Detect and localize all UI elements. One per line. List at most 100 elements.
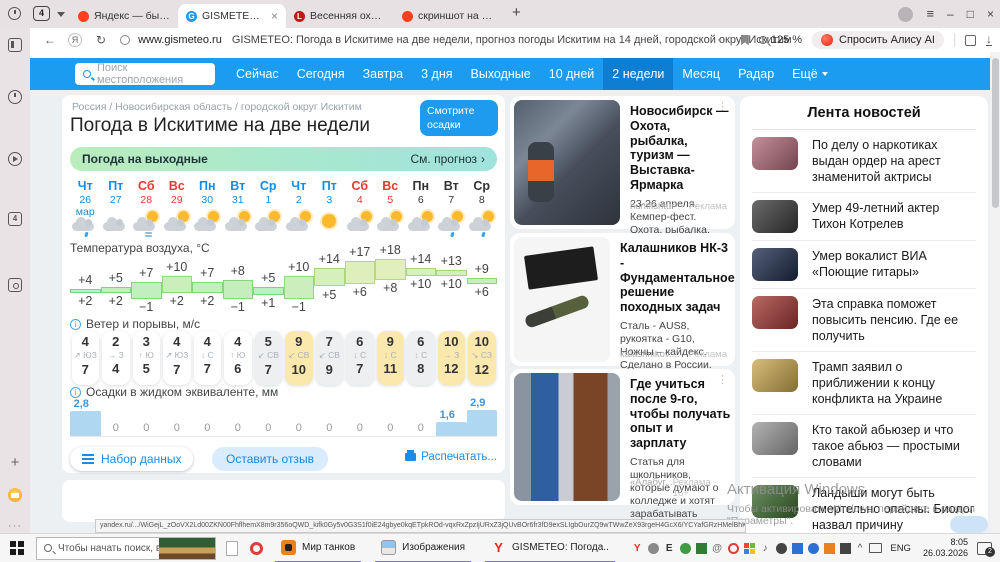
day-column[interactable]: Вс29 bbox=[162, 179, 193, 241]
dataset-button[interactable]: Набор данных bbox=[70, 447, 193, 471]
weekend-banner[interactable]: Погода на выходные См. прогноз› bbox=[70, 147, 497, 171]
browser-tab[interactable]: скриншот на компьютере bbox=[394, 4, 502, 28]
new-tab-button[interactable]: + bbox=[512, 4, 521, 21]
tab-counter[interactable]: 4 bbox=[33, 6, 50, 21]
tabs-panel-icon[interactable]: 4 bbox=[8, 212, 22, 226]
opera-icon[interactable] bbox=[250, 542, 263, 555]
start-button[interactable] bbox=[10, 541, 24, 555]
video-icon[interactable] bbox=[8, 152, 22, 166]
language-indicator[interactable]: ENG bbox=[890, 543, 911, 554]
news-item[interactable]: Трамп заявил о приближении к концу конфл… bbox=[752, 352, 976, 415]
forecast-tab[interactable]: 2 недели bbox=[603, 58, 673, 90]
keyboard-icon[interactable] bbox=[840, 543, 851, 554]
taskbar-app-images[interactable]: Изображения bbox=[375, 534, 471, 562]
day-column[interactable]: Вс5 bbox=[375, 179, 406, 241]
forecast-tab[interactable]: Месяц bbox=[673, 58, 729, 90]
day-column[interactable]: Пт27 bbox=[101, 179, 132, 241]
refresh-icon[interactable]: ↻ bbox=[96, 33, 106, 47]
info-icon[interactable] bbox=[70, 387, 81, 398]
forecast-tab[interactable]: Радар bbox=[729, 58, 783, 90]
forecast-tab[interactable]: Выходные bbox=[462, 58, 540, 90]
ad-title[interactable]: Новосибирск — Охота, рыбалка, туризм — В… bbox=[630, 100, 731, 193]
yandex-mail-icon[interactable] bbox=[8, 488, 22, 502]
update-badge-icon[interactable] bbox=[824, 543, 835, 554]
notification-center-icon[interactable]: 2 bbox=[977, 542, 992, 555]
maximize-button[interactable]: □ bbox=[967, 0, 974, 28]
taskbar-app-gismeteo[interactable]: YGISMETEO: Погода.. bbox=[485, 534, 615, 562]
yandex-browser-icon[interactable]: Y bbox=[632, 543, 643, 554]
news-item[interactable]: Эта справка поможет повысить пенсию. Где… bbox=[752, 289, 976, 352]
close-button[interactable]: × bbox=[987, 0, 994, 28]
taskbar-clock[interactable]: 8:05 26.03.2026 bbox=[923, 537, 968, 559]
panels-icon[interactable] bbox=[8, 38, 22, 52]
app-e-icon[interactable]: E bbox=[664, 543, 675, 554]
sidebar-more-icon[interactable]: ··· bbox=[8, 520, 22, 534]
grid-app-icon[interactable] bbox=[744, 543, 755, 554]
messenger-icon[interactable] bbox=[648, 543, 659, 554]
more-actions-icon[interactable]: ··· bbox=[717, 34, 731, 46]
day-column[interactable]: Сб4 bbox=[345, 179, 376, 241]
search-highlight-image[interactable] bbox=[159, 538, 215, 559]
forecast-tab[interactable]: Завтра bbox=[354, 58, 413, 90]
collections-icon[interactable] bbox=[965, 35, 976, 46]
history-clock-icon[interactable] bbox=[8, 7, 21, 20]
screenshot-icon[interactable] bbox=[8, 278, 22, 292]
volume-icon[interactable]: ♪ bbox=[760, 543, 771, 554]
day-column[interactable]: Вт31 bbox=[223, 179, 254, 241]
back-icon[interactable]: ← bbox=[44, 33, 56, 47]
day-column[interactable]: Чт26 мар bbox=[70, 179, 101, 241]
breadcrumb[interactable]: Россия / Новосибирская область / городск… bbox=[72, 101, 362, 113]
print-link[interactable]: Распечатать... bbox=[405, 451, 497, 463]
forecast-tab[interactable]: Сегодня bbox=[288, 58, 354, 90]
forecast-tab[interactable]: 3 дня bbox=[412, 58, 461, 90]
ad-card[interactable]: Калашников НК-3 - Фундаментальное решени… bbox=[510, 233, 735, 366]
minimize-button[interactable]: – bbox=[947, 0, 954, 28]
file-explorer-icon[interactable] bbox=[226, 541, 238, 556]
page-scrollbar[interactable] bbox=[990, 52, 1000, 533]
tab-close-icon[interactable]: × bbox=[271, 9, 278, 23]
browser-tab[interactable]: LВесенняя охота НСО 202 bbox=[286, 4, 394, 28]
day-column[interactable]: Пн30 bbox=[192, 179, 223, 241]
news-item[interactable]: Кто такой абьюзер и что такое абьюз — пр… bbox=[752, 415, 976, 478]
opera-tray-icon[interactable] bbox=[728, 543, 739, 554]
day-column[interactable]: Пт3 bbox=[314, 179, 345, 241]
add-panel-icon[interactable]: + bbox=[8, 456, 22, 470]
history-icon[interactable] bbox=[8, 90, 22, 104]
day-column[interactable]: Чт2 bbox=[284, 179, 315, 241]
alice-suggest-pill[interactable] bbox=[950, 516, 988, 533]
weekend-banner-link[interactable]: См. прогноз bbox=[411, 152, 477, 166]
zoom-control[interactable]: 125 % bbox=[759, 34, 802, 46]
ad-card[interactable]: ⋮ Новосибирск — Охота, рыбалка, туризм —… bbox=[510, 96, 735, 229]
bluetooth-icon[interactable] bbox=[808, 543, 819, 554]
ad-card[interactable]: ⋮ Где учиться после 9-го, чтобы получать… bbox=[510, 369, 735, 505]
ad-title[interactable]: Где учиться после 9-го, чтобы получать о… bbox=[630, 373, 731, 451]
news-item[interactable]: По делу о наркотиках выдан ордер на арес… bbox=[752, 130, 976, 193]
map-precipitation-button[interactable]: Смотрите осадки на карте. bbox=[420, 100, 498, 136]
news-item[interactable]: Умер 49-летний актер Тихон Котрелев bbox=[752, 193, 976, 241]
leaf-app-icon[interactable] bbox=[680, 543, 691, 554]
chevron-down-icon[interactable] bbox=[57, 12, 65, 17]
taskbar-app-tanks[interactable]: Мир танков bbox=[275, 534, 361, 562]
browser-menu-icon[interactable]: ≡ bbox=[926, 0, 934, 28]
green-app-icon[interactable] bbox=[696, 543, 707, 554]
forecast-tab[interactable]: 10 дней bbox=[540, 58, 604, 90]
forecast-tab[interactable]: Ещё bbox=[783, 58, 837, 90]
location-search-input[interactable]: Поиск местоположения bbox=[75, 63, 215, 85]
mail-at-icon[interactable]: @ bbox=[712, 543, 723, 554]
defender-shield-icon[interactable] bbox=[792, 543, 803, 554]
day-column[interactable]: Сб28 bbox=[131, 179, 162, 241]
browser-tab[interactable]: GGISMETEO: Погода в И× bbox=[178, 4, 286, 28]
eye-app-icon[interactable] bbox=[776, 543, 787, 554]
browser-tab[interactable]: Яндекс — быстрый поиск bbox=[70, 4, 178, 28]
forecast-tab[interactable]: Сейчас bbox=[227, 58, 288, 90]
taskbar-search-input[interactable]: Чтобы начать поиск, введите bbox=[36, 537, 216, 560]
feedback-button[interactable]: Оставить отзыв bbox=[212, 447, 328, 471]
url-text[interactable]: www.gismeteo.ru bbox=[138, 34, 222, 46]
bookmark-icon[interactable] bbox=[741, 35, 749, 46]
network-monitor-icon[interactable] bbox=[869, 543, 882, 553]
day-column[interactable]: Вт7 bbox=[436, 179, 467, 241]
site-info-icon[interactable] bbox=[120, 35, 130, 45]
scrollbar-thumb[interactable] bbox=[992, 58, 999, 208]
day-column[interactable]: Ср8 bbox=[467, 179, 498, 241]
news-item[interactable]: Умер вокалист ВИА «Поющие гитары» bbox=[752, 241, 976, 289]
